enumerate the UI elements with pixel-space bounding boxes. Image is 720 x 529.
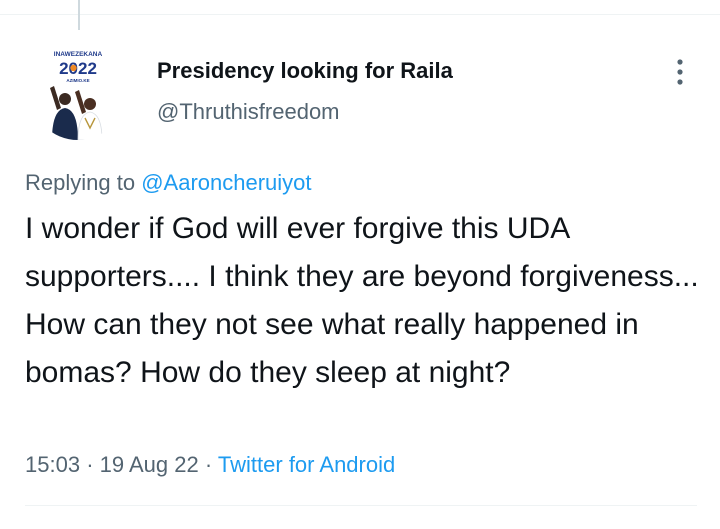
top-divider — [0, 14, 720, 15]
author-handle[interactable]: @Thruthisfreedom — [157, 99, 340, 125]
avatar-image: INAWEZEKANA 2022 AZIMIO.KE — [50, 51, 103, 140]
reply-mention-link[interactable]: @Aaroncheruiyot — [141, 170, 311, 195]
avatar-site-text: AZIMIO.KE — [66, 78, 89, 83]
avatar-top-text: INAWEZEKANA — [54, 51, 103, 58]
more-options-button[interactable] — [664, 54, 696, 90]
tweet-source-link[interactable]: Twitter for Android — [218, 452, 395, 477]
tweet-metadata: 15:03 · 19 Aug 22 · Twitter for Android — [25, 452, 395, 478]
meta-separator: · — [204, 452, 213, 477]
tweet-time[interactable]: 15:03 — [25, 452, 80, 477]
tweet-text: I wonder if God will ever forgive this U… — [25, 212, 699, 389]
replying-to-line: Replying to @Aaroncheruiyot — [25, 170, 312, 196]
bottom-divider — [25, 505, 697, 506]
author-display-name[interactable]: Presidency looking for Raila — [157, 58, 453, 84]
avatar-logo-dot — [70, 64, 77, 72]
avatar-year-text: 2022 — [59, 59, 97, 78]
vertical-ellipsis-icon — [677, 59, 683, 85]
meta-separator: · — [86, 452, 94, 477]
thread-connector-line — [78, 0, 80, 30]
replying-to-label: Replying to — [25, 170, 136, 195]
avatar[interactable]: INAWEZEKANA 2022 AZIMIO.KE — [30, 44, 126, 140]
tweet-date[interactable]: 19 Aug 22 — [100, 452, 199, 477]
